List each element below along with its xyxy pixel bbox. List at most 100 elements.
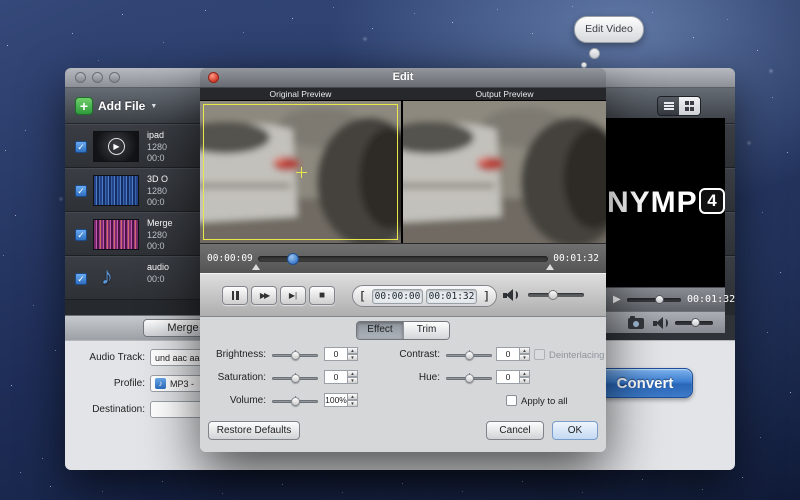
pause-button[interactable] (222, 286, 248, 305)
tab-trim[interactable]: Trim (403, 322, 449, 339)
stepper-arrows-icon[interactable]: ▲▼ (520, 370, 530, 384)
preview-headers: Original Preview Output Preview (200, 88, 606, 101)
file-checkbox[interactable]: ✓ (75, 229, 87, 241)
stepper-arrows-icon[interactable]: ▲▼ (348, 393, 358, 407)
current-time: 00:00:09 (207, 253, 253, 264)
audio-track-label: Audio Track: (65, 352, 145, 363)
edit-dialog: Edit Original Preview Output Preview (200, 68, 606, 452)
saturation-value: 0 (324, 370, 348, 384)
apply-to-all-checkbox[interactable] (506, 395, 517, 406)
timeline-thumb[interactable] (287, 253, 299, 265)
deinterlacing-label: Deinterlacing (549, 350, 604, 361)
timeline: 00:00:09 00:01:32 (200, 243, 606, 273)
saturation-stepper[interactable]: 0 ▲▼ (324, 370, 358, 384)
file-duration: 00:0 (147, 274, 169, 286)
ok-button[interactable]: OK (552, 421, 598, 440)
file-resolution: 1280 (147, 142, 167, 154)
brightness-label: Brightness: (202, 349, 266, 360)
apply-to-all-label: Apply to all (521, 396, 567, 407)
main-seek-thumb[interactable] (655, 295, 664, 304)
tab-bar: Effect Trim (356, 321, 450, 340)
snapshot-icon[interactable] (628, 318, 644, 329)
hue-stepper[interactable]: 0 ▲▼ (496, 370, 530, 384)
stepper-arrows-icon[interactable]: ▲▼ (348, 347, 358, 361)
effect-volume-slider[interactable] (272, 400, 318, 403)
file-duration: 00:0 (147, 197, 168, 209)
tooltip-tail-circle (589, 48, 600, 59)
file-name: audio (147, 262, 169, 274)
volume-slider[interactable] (528, 293, 584, 297)
audio-track-value: und aac aac (155, 353, 204, 363)
add-file-button[interactable]: + Add File ▼ (75, 96, 157, 116)
edit-video-tooltip: Edit Video (574, 16, 644, 43)
set-end-bracket-icon[interactable]: ] (480, 289, 493, 304)
contrast-stepper[interactable]: 0 ▲▼ (496, 347, 530, 361)
total-time: 00:01:32 (553, 253, 599, 264)
list-view-button[interactable] (658, 97, 679, 115)
profile-value: MP3 - (170, 379, 194, 389)
zoom-traffic-light[interactable] (109, 72, 120, 83)
trim-end-marker[interactable] (546, 264, 554, 270)
timeline-track[interactable] (258, 256, 548, 262)
trim-start-marker[interactable] (252, 264, 260, 270)
close-button[interactable] (208, 72, 219, 83)
speaker-icon[interactable] (653, 317, 669, 329)
close-traffic-light[interactable] (75, 72, 86, 83)
tab-effect[interactable]: Effect (357, 322, 403, 339)
hue-label: Hue: (376, 372, 440, 383)
volume-label: Volume: (202, 395, 266, 406)
deinterlacing-checkbox (534, 349, 545, 360)
play-icon[interactable]: ▶ (613, 294, 621, 305)
contrast-slider[interactable] (446, 354, 492, 357)
step-forward-button[interactable]: ▶| (280, 286, 306, 305)
restore-defaults-button[interactable]: Restore Defaults (208, 421, 300, 440)
volume-icon[interactable] (503, 289, 519, 301)
effect-volume-value: 100% (324, 393, 348, 407)
video-thumbnail (93, 219, 139, 250)
brightness-slider[interactable] (272, 354, 318, 357)
chevron-down-icon: ▼ (150, 103, 157, 110)
volume-thumb[interactable] (548, 290, 558, 300)
end-time-field[interactable]: 00:01:32 (426, 289, 477, 304)
effect-volume-stepper[interactable]: 100% ▲▼ (324, 393, 358, 407)
file-name: 3D O (147, 174, 168, 186)
file-checkbox[interactable]: ✓ (75, 185, 87, 197)
main-seek-slider[interactable] (627, 298, 681, 302)
edit-titlebar[interactable]: Edit (200, 68, 606, 88)
tooltip-tail-circle (581, 62, 587, 68)
check-icon: ✓ (77, 186, 85, 196)
stepper-arrows-icon[interactable]: ▲▼ (520, 347, 530, 361)
stepper-arrows-icon[interactable]: ▲▼ (348, 370, 358, 384)
convert-button[interactable]: Convert (597, 368, 693, 398)
saturation-slider[interactable] (272, 377, 318, 380)
video-thumbnail: ▶ (93, 131, 139, 162)
main-volume-thumb[interactable] (691, 318, 700, 327)
fast-forward-button[interactable]: ▶▶ (251, 286, 277, 305)
cancel-button[interactable]: Cancel (486, 421, 544, 440)
output-preview-pane[interactable] (403, 101, 606, 243)
hue-value: 0 (496, 370, 520, 384)
set-start-bracket-icon[interactable]: [ (356, 289, 369, 304)
brightness-value: 0 (324, 347, 348, 361)
contrast-label: Contrast: (376, 349, 440, 360)
start-time-field[interactable]: 00:00:00 (372, 289, 423, 304)
file-checkbox[interactable]: ✓ (75, 141, 87, 153)
hue-slider[interactable] (446, 377, 492, 380)
desktop: + Add File ▼ ✓ ▶ ipad 1280 00:0 (0, 0, 800, 500)
add-file-label: Add File (98, 99, 145, 113)
main-volume-slider[interactable] (675, 321, 713, 325)
grid-view-button[interactable] (679, 97, 700, 115)
plus-glyph: + (80, 98, 88, 114)
file-checkbox[interactable]: ✓ (75, 273, 87, 285)
profile-format-icon: ♪ (155, 378, 166, 389)
brightness-stepper[interactable]: 0 ▲▼ (324, 347, 358, 361)
check-icon: ✓ (77, 274, 85, 284)
anymp4-logo-badge: 4 (699, 188, 725, 214)
stop-button[interactable]: ■ (309, 286, 335, 305)
car-frame-image (403, 101, 606, 243)
original-preview-label: Original Preview (200, 88, 401, 101)
minimize-traffic-light[interactable] (92, 72, 103, 83)
original-preview-pane[interactable] (200, 101, 401, 243)
check-icon: ✓ (77, 230, 85, 240)
trim-time-group: [ 00:00:00 00:01:32 ] (352, 285, 497, 307)
